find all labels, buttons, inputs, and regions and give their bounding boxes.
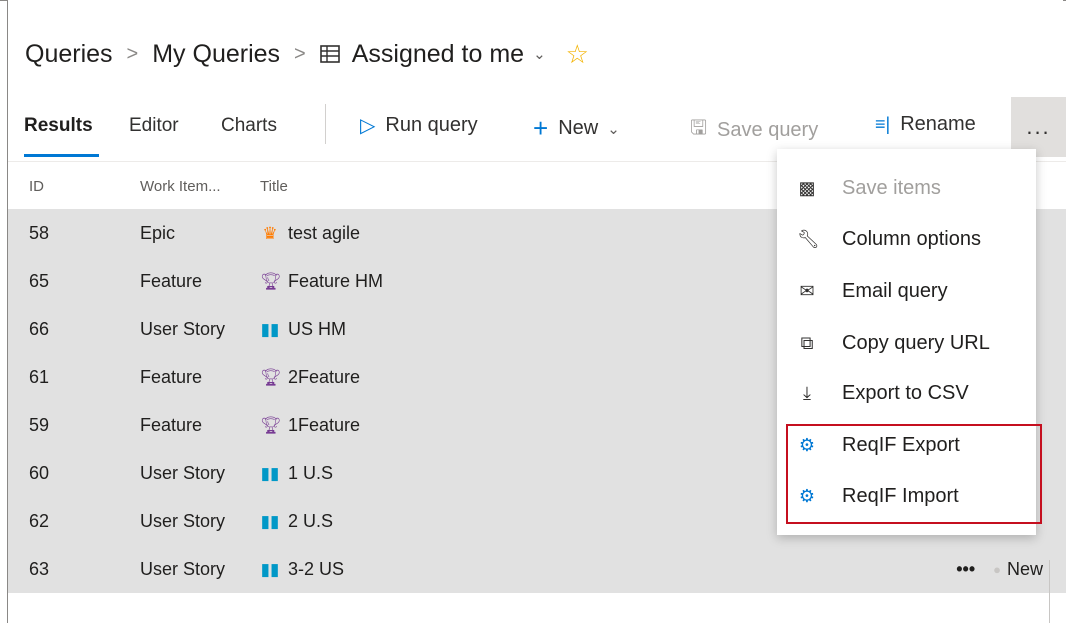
cell-title[interactable]: 🏆︎ 2Feature bbox=[260, 367, 360, 388]
mail-icon: ✉︎ bbox=[799, 280, 815, 301]
state-label: New bbox=[1006, 559, 1043, 579]
cell-title[interactable]: 🏆︎ 1Feature bbox=[260, 415, 360, 436]
breadcrumb-queries[interactable]: Queries bbox=[25, 40, 113, 69]
tab-editor[interactable]: Editor bbox=[129, 115, 179, 137]
menu-item-copy-query-url[interactable]: ⧉ Copy query URL bbox=[777, 317, 1036, 369]
favorite-star-icon[interactable]: ☆ bbox=[566, 39, 589, 70]
title-text: 1Feature bbox=[288, 415, 361, 435]
run-query-button[interactable]: ▷ Run query bbox=[360, 113, 478, 138]
tab-results[interactable]: Results bbox=[24, 115, 93, 137]
cell-title[interactable]: ▮▮ 1 U.S bbox=[260, 463, 333, 484]
trophy-icon: 🏆︎ bbox=[260, 367, 282, 387]
plus-icon: + bbox=[533, 113, 549, 143]
cell-title[interactable]: ♛ test agile bbox=[260, 223, 360, 244]
wrench-icon: 🔧︎ bbox=[797, 228, 820, 249]
column-header-title[interactable]: Title bbox=[260, 178, 288, 195]
cell-type: User Story bbox=[140, 559, 226, 579]
title-text: 3-2 US bbox=[288, 559, 345, 579]
breadcrumb-separator: > bbox=[294, 42, 306, 65]
cell-title[interactable]: ▮▮ 2 U.S bbox=[260, 511, 333, 532]
cell-id: 58 bbox=[29, 223, 50, 243]
rename-button[interactable]: ≡| Rename bbox=[875, 113, 976, 136]
book-icon: ▮▮ bbox=[260, 511, 280, 531]
cell-id: 66 bbox=[29, 319, 50, 339]
run-query-label: Run query bbox=[385, 114, 478, 136]
crown-icon: ♛ bbox=[262, 223, 278, 243]
book-icon: ▮▮ bbox=[260, 559, 280, 579]
column-header-work-item-type[interactable]: Work Item... bbox=[140, 178, 221, 195]
book-icon: ▮▮ bbox=[260, 463, 280, 483]
highlight-box bbox=[786, 424, 1042, 524]
cell-type: Feature bbox=[140, 367, 203, 387]
title-text: 2Feature bbox=[288, 367, 361, 387]
save-items-icon: ▩ bbox=[798, 177, 816, 198]
row-actions: ••• ● New bbox=[956, 559, 1043, 580]
content-border bbox=[1049, 560, 1050, 623]
rename-label: Rename bbox=[900, 113, 976, 135]
more-actions-button[interactable]: ... bbox=[1011, 97, 1066, 157]
menu-item-save-items[interactable]: ▩ Save items bbox=[777, 162, 1036, 214]
new-label: New bbox=[558, 117, 599, 139]
title-text: test agile bbox=[288, 223, 361, 243]
cell-type: User Story bbox=[140, 463, 226, 483]
menu-item-email-query[interactable]: ✉︎ Email query bbox=[777, 265, 1036, 317]
menu-item-label: Save items bbox=[842, 176, 941, 199]
chevron-down-icon: ⌄ bbox=[607, 120, 620, 138]
cell-id: 62 bbox=[29, 511, 50, 531]
play-icon: ▷ bbox=[360, 115, 376, 137]
save-query-button[interactable]: 🖫 Save query bbox=[690, 113, 818, 147]
cell-type: Feature bbox=[140, 271, 203, 291]
title-text: 1 U.S bbox=[288, 463, 334, 483]
save-icon: 🖫 bbox=[690, 117, 708, 139]
cell-title[interactable]: ▮▮ US HM bbox=[260, 319, 346, 340]
page-title[interactable]: Assigned to me bbox=[352, 40, 524, 69]
breadcrumb: Queries > My Queries > Assigned to me ⌄ … bbox=[25, 34, 589, 74]
menu-item-export-to-csv[interactable]: ⤓ Export to CSV bbox=[777, 367, 1036, 419]
copy-icon: ⧉ bbox=[800, 332, 814, 353]
cell-id: 65 bbox=[29, 271, 50, 291]
tab-charts[interactable]: Charts bbox=[221, 115, 277, 137]
breadcrumb-my-queries[interactable]: My Queries bbox=[152, 40, 280, 69]
title-text: Feature HM bbox=[288, 271, 384, 291]
chevron-down-icon[interactable]: ⌄ bbox=[533, 45, 546, 63]
save-query-label: Save query bbox=[717, 118, 819, 141]
cell-type: Epic bbox=[140, 223, 176, 243]
title-text: 2 U.S bbox=[288, 511, 334, 531]
active-tab-indicator bbox=[24, 154, 99, 157]
new-button[interactable]: + New ⌄ bbox=[533, 113, 620, 144]
menu-item-label: Column options bbox=[842, 227, 981, 250]
cell-type: User Story bbox=[140, 511, 226, 531]
cell-id: 60 bbox=[29, 463, 50, 483]
rename-icon: ≡| bbox=[875, 114, 891, 134]
breadcrumb-separator: > bbox=[126, 42, 139, 65]
menu-item-label: Export to CSV bbox=[842, 381, 969, 404]
cell-id: 63 bbox=[29, 559, 50, 579]
download-icon: ⤓ bbox=[803, 382, 811, 403]
column-header-id[interactable]: ID bbox=[29, 178, 44, 195]
menu-item-column-options[interactable]: 🔧︎ Column options bbox=[777, 213, 1036, 265]
trophy-icon: 🏆︎ bbox=[260, 415, 282, 435]
cell-type: Feature bbox=[140, 415, 203, 435]
cell-id: 59 bbox=[29, 415, 50, 435]
menu-item-label: Copy query URL bbox=[842, 331, 990, 354]
row-more-button[interactable]: ••• bbox=[956, 559, 975, 580]
book-icon: ▮▮ bbox=[260, 319, 280, 339]
menu-item-label: Email query bbox=[842, 279, 948, 302]
cell-title[interactable]: ▮▮ 3-2 US bbox=[260, 559, 344, 580]
query-grid-icon bbox=[319, 44, 340, 64]
cell-title[interactable]: 🏆︎ Feature HM bbox=[260, 271, 383, 292]
state-dot-icon: ● bbox=[993, 562, 1001, 577]
table-row[interactable]: 63 User Story ▮▮ 3-2 US ••• ● New bbox=[8, 545, 1066, 593]
cell-type: User Story bbox=[140, 319, 226, 339]
title-text: US HM bbox=[288, 319, 346, 339]
cell-id: 61 bbox=[29, 367, 50, 387]
trophy-icon: 🏆︎ bbox=[260, 271, 282, 291]
toolbar-divider bbox=[325, 104, 326, 144]
